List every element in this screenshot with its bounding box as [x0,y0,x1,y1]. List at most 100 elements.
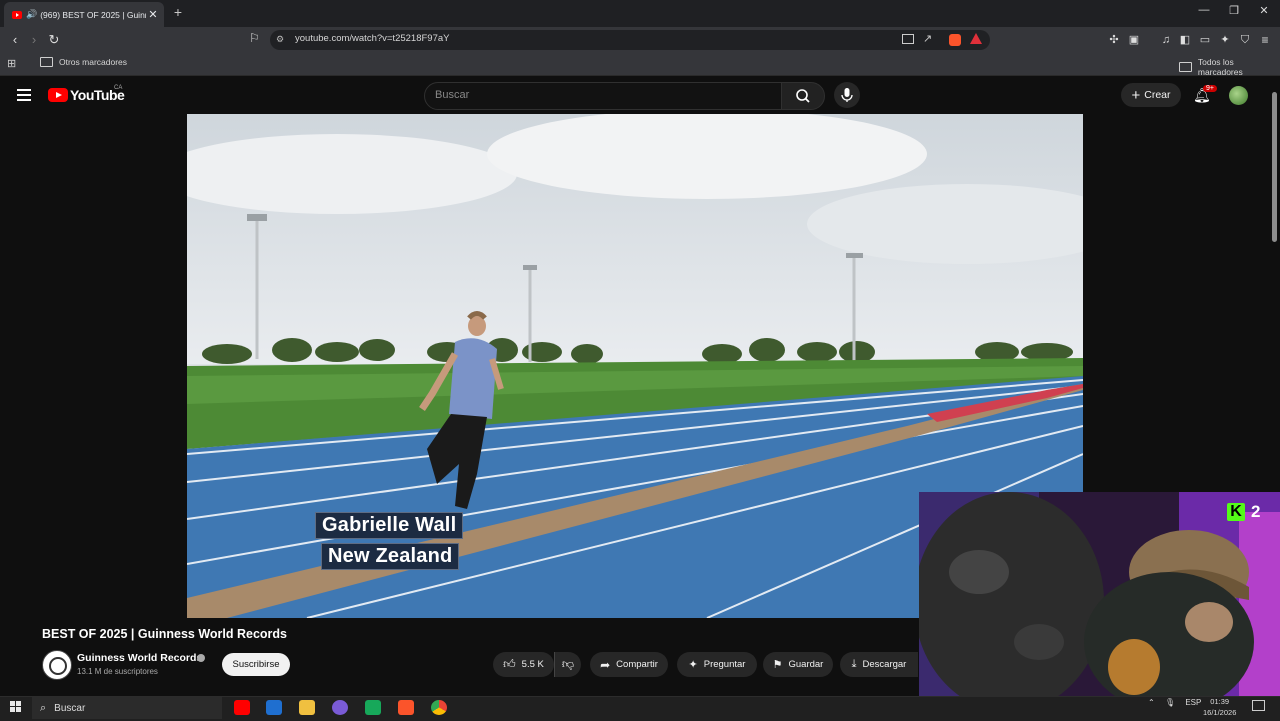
youtube-favicon-icon [12,10,22,19]
search-icon [796,89,810,103]
subscriber-count: 13.1 M de suscriptores [77,667,158,676]
lower-third-name: Gabrielle Wall [315,512,464,539]
save-button[interactable]: ⚑ Guardar [763,652,833,677]
brave-shields-icon[interactable] [949,34,961,46]
share-label: Compartir [616,659,658,670]
dislike-button[interactable]: 👎︎ [554,652,581,677]
menu-icon[interactable]: ≡ [1256,31,1274,49]
system-tray[interactable]: ⌃ 🎙︎ ESP [1148,698,1201,707]
webcam-frame [919,492,1280,696]
minimize-button[interactable]: — [1190,4,1218,22]
account-avatar[interactable] [1229,86,1248,105]
plus-icon: + [1131,86,1141,104]
notification-center-icon[interactable] [1252,700,1265,711]
create-label: Crear [1144,89,1171,101]
share-button[interactable]: ➦ Compartir [590,652,668,677]
chrome-browser-icon[interactable] [431,700,447,715]
subscribe-button[interactable]: Suscribirse [222,653,290,676]
store-app-icon[interactable] [266,700,282,715]
youtube-logo-icon[interactable] [48,88,68,102]
tab-close-button[interactable]: ✕ [146,8,160,21]
streaming-app-icon[interactable] [365,700,381,715]
ask-button[interactable]: ✦ Preguntar [677,652,757,677]
bookmark-icon[interactable]: ⚐ [249,31,260,45]
language-indicator[interactable]: ESP [1185,698,1201,707]
taskbar-search-placeholder: Buscar [54,702,86,714]
folder-icon [1179,62,1192,72]
other-bookmarks-folder[interactable]: Otros marcadores [40,57,127,67]
notifications-badge: 9+ [1203,85,1217,92]
download-label: Descargar [862,659,907,670]
other-bookmarks-label: Otros marcadores [59,57,128,67]
back-icon[interactable]: ‹ [6,31,24,49]
windows-start-icon[interactable] [10,701,22,713]
lower-third-country: New Zealand [321,543,460,570]
file-explorer-icon[interactable] [299,700,315,715]
cast-icon[interactable] [902,34,914,44]
wallet-icon[interactable]: ▣ [1125,31,1143,49]
restore-button[interactable]: ❐ [1220,4,1248,22]
media-icon[interactable]: ♫ [1157,31,1175,49]
taskbar-search-icon: ⌕ [40,701,47,714]
kick-viewer-counter: K 2 [1227,502,1260,522]
kick-viewer-count: 2 [1251,502,1261,521]
like-count: 5.5 K [521,659,544,670]
all-bookmarks-folder[interactable]: Todos los marcadores [1179,57,1280,77]
microphone-icon [841,88,853,102]
url-text[interactable]: youtube.com/watch?v=t25218F97aY [295,33,449,44]
tab-strip [0,0,1280,27]
sparkle-icon: ✦ [688,659,698,671]
webcam-overlay [919,492,1280,696]
create-button[interactable]: + Crear [1121,83,1181,107]
verified-badge-icon [197,654,205,662]
folder-icon [40,57,53,67]
tab-title: (969) BEST OF 2025 | Guinness... [40,9,146,20]
share-page-icon[interactable]: ↗ [923,32,932,45]
reload-icon[interactable]: ↻ [45,31,63,49]
clock-time: 01:39 [1210,697,1230,706]
voice-search-button[interactable] [834,82,860,108]
leo-ai-icon[interactable]: ✦ [1216,31,1234,49]
channel-avatar[interactable] [42,650,72,680]
browser-tab-active[interactable]: 🔊 (969) BEST OF 2025 | Guinness... ✕ [4,2,164,27]
download-icon: ⤓ [851,658,857,670]
wallet-card-icon[interactable]: ▭ [1196,31,1214,49]
guide-menu-icon[interactable] [17,89,31,104]
chat-app-icon[interactable] [332,700,348,715]
channel-name[interactable]: Guinness World Records [77,652,202,664]
clock-date: 16/1/2026 [1203,708,1237,717]
tray-chevron-icon[interactable]: ⌃ [1148,698,1155,707]
download-button[interactable]: ⤓ Descargar [840,652,918,677]
microphone-tray-icon[interactable]: 🎙︎ [1165,698,1175,707]
like-button[interactable]: 👍︎ 5.5 K [493,652,554,677]
brave-browser-icon[interactable] [398,700,414,715]
taskbar-clock[interactable]: 01:39 16/1/2026 [1203,696,1236,718]
apps-grid-icon[interactable]: ⊞ [7,57,16,70]
share-icon: ➦ [600,657,611,672]
thumbs-down-icon: 👎︎ [561,657,575,671]
ask-label: Preguntar [703,659,746,670]
taskbar-search[interactable]: ⌕ Buscar [32,697,222,719]
search-input[interactable] [424,82,783,110]
extensions-icon[interactable]: ✣ [1105,31,1123,49]
speaker-icon[interactable]: 🔊 [26,9,37,20]
search-placeholder: Buscar [435,89,470,101]
window-close-button[interactable]: ✕ [1250,4,1278,22]
save-label: Guardar [788,659,824,670]
bookmarks-bar [0,53,1280,76]
site-settings-icon[interactable]: ⚙ [276,34,284,45]
thumbs-up-icon: 👍︎ [503,657,516,671]
sidebar-icon[interactable]: ◧ [1176,31,1194,49]
country-code: CA [114,85,123,91]
kick-logo-icon: K [1227,503,1245,521]
search-button[interactable] [781,82,825,110]
scrollbar-thumb[interactable] [1272,92,1277,242]
all-bookmarks-label: Todos los marcadores [1197,57,1243,77]
forward-icon[interactable]: › [25,31,43,49]
bookmark-save-icon: ⚑ [772,659,783,671]
brave-rewards-icon[interactable] [970,33,982,44]
video-title: BEST OF 2025 | Guinness World Records [42,627,287,641]
youtube-app-icon[interactable] [234,700,250,715]
vpn-shield-icon[interactable]: ⛉ [1236,31,1254,49]
new-tab-button[interactable]: + [170,4,186,22]
